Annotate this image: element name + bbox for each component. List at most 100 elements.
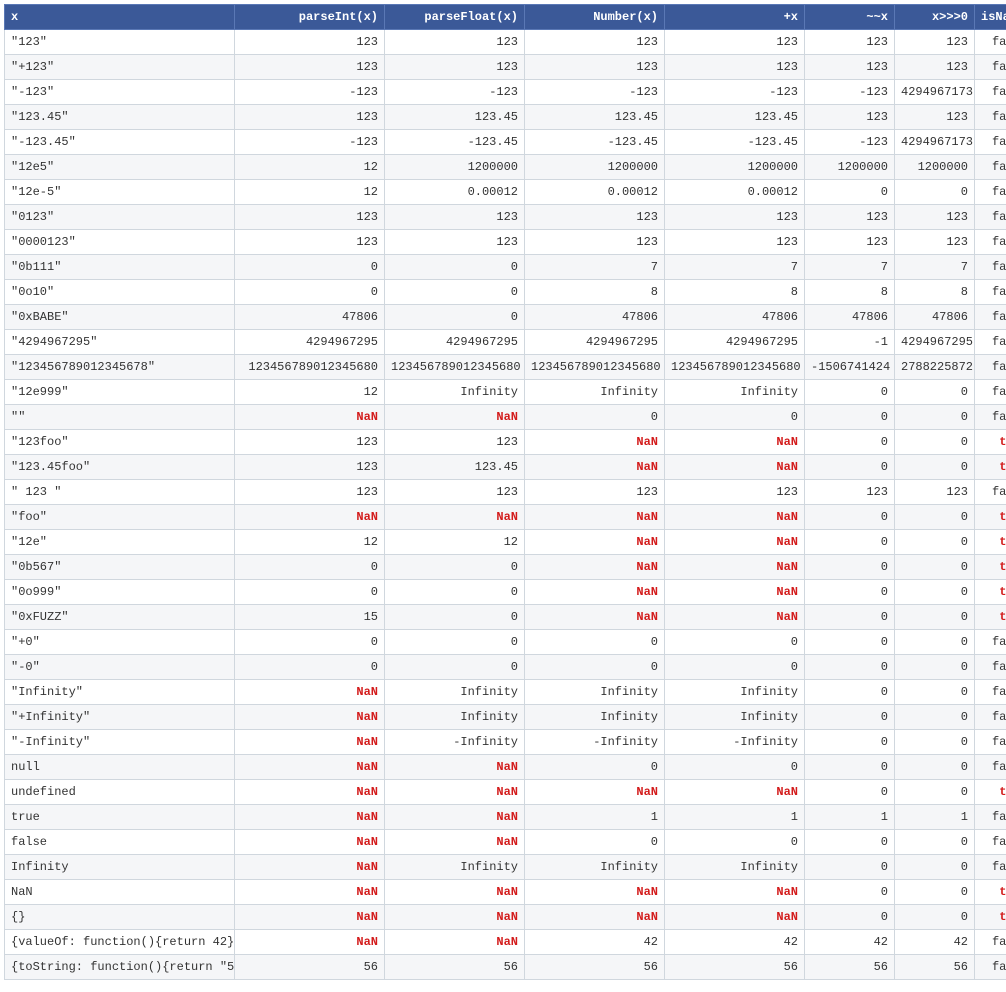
cell-value: 0 [805,680,895,705]
cell-value: NaN [665,580,805,605]
cell-x: Infinity [5,855,235,880]
cell-x: "123.45" [5,105,235,130]
cell-value: 123.45 [385,105,525,130]
cell-value: NaN [235,830,385,855]
cell-value: Infinity [525,855,665,880]
conversion-table: x parseInt(x) parseFloat(x) Number(x) +x… [4,4,1006,980]
cell-value: 2788225872 [895,355,975,380]
cell-value: 0.00012 [385,180,525,205]
cell-value: 0 [525,830,665,855]
cell-value: 0 [665,830,805,855]
cell-value: false [975,205,1006,230]
col-x: x [5,5,235,30]
cell-value: 123 [525,30,665,55]
cell-value: 0 [665,630,805,655]
cell-value: false [975,830,1006,855]
cell-value: 0 [525,630,665,655]
cell-value: false [975,230,1006,255]
cell-x: "foo" [5,505,235,530]
cell-x: {valueOf: function(){return 42}} [5,930,235,955]
cell-value: -1506741424 [805,355,895,380]
cell-x: "123456789012345678" [5,355,235,380]
cell-value: 123 [235,55,385,80]
cell-value: -123.45 [385,130,525,155]
cell-value: 0 [895,455,975,480]
cell-value: 0 [385,555,525,580]
table-row: "123"123123123123123123false [5,30,1006,55]
cell-value: 0 [895,830,975,855]
table-row: " 123 "123123123123123123false [5,480,1006,505]
cell-value: false [975,105,1006,130]
cell-value: 0 [805,780,895,805]
cell-value: NaN [385,755,525,780]
cell-x: "0000123" [5,230,235,255]
table-row: "0b111"007777false [5,255,1006,280]
cell-x: "+0" [5,630,235,655]
cell-value: 0 [385,580,525,605]
cell-value: 0 [235,555,385,580]
cell-value: 0 [805,730,895,755]
cell-value: 123456789012345680 [525,355,665,380]
cell-value: NaN [665,505,805,530]
cell-value: 1200000 [385,155,525,180]
cell-value: NaN [665,555,805,580]
cell-value: 0 [805,605,895,630]
cell-value: NaN [665,780,805,805]
cell-value: 0 [805,755,895,780]
table-row: "0xBABE"47806047806478064780647806false [5,305,1006,330]
cell-value: 0 [805,705,895,730]
cell-value: Infinity [385,705,525,730]
cell-value: 123 [895,55,975,80]
cell-value: 42 [525,930,665,955]
cell-value: NaN [235,505,385,530]
cell-value: false [975,330,1006,355]
cell-value: NaN [385,405,525,430]
cell-value: 0 [805,180,895,205]
cell-value: 0 [385,630,525,655]
table-row: "123456789012345678" 12345678901234568012… [5,355,1006,380]
col-isnan: isNaN(x) [975,5,1006,30]
cell-value: -123 [385,80,525,105]
cell-value: 7 [525,255,665,280]
table-row: "12e-5"120.000120.000120.0001200false [5,180,1006,205]
table-row: trueNaNNaN1111false [5,805,1006,830]
cell-value: false [975,55,1006,80]
cell-value: NaN [235,805,385,830]
cell-value: NaN [385,805,525,830]
table-row: "123foo"123123NaNNaN00true [5,430,1006,455]
col-number: Number(x) [525,5,665,30]
cell-value: 8 [665,280,805,305]
cell-value: 123 [805,230,895,255]
cell-value: 123 [385,480,525,505]
cell-value: 123 [385,230,525,255]
cell-value: 0 [895,655,975,680]
table-body: "123"123123123123123123false"+123"123123… [5,30,1006,980]
cell-value: 8 [805,280,895,305]
table-row: "0000123"123123123123123123false [5,230,1006,255]
cell-value: 4294967173 [895,130,975,155]
cell-value: 47806 [665,305,805,330]
cell-value: 56 [235,955,385,980]
cell-value: 123456789012345680 [665,355,805,380]
cell-x: "12e" [5,530,235,555]
cell-value: 123 [525,55,665,80]
cell-value: true [975,605,1006,630]
cell-value: true [975,905,1006,930]
cell-value: false [975,130,1006,155]
cell-value: 0 [235,630,385,655]
cell-value: 7 [665,255,805,280]
cell-value: 123 [385,55,525,80]
cell-value: NaN [385,780,525,805]
cell-x: "0123" [5,205,235,230]
cell-value: Infinity [385,380,525,405]
cell-value: true [975,780,1006,805]
table-row: "+123"123123123123123123false [5,55,1006,80]
cell-value: 1 [805,805,895,830]
cell-x: "-123.45" [5,130,235,155]
cell-value: -123 [665,80,805,105]
cell-value: 0 [895,530,975,555]
cell-value: false [975,280,1006,305]
cell-value: 4294967173 [895,80,975,105]
cell-x: {toString: function(){return "56"}} [5,955,235,980]
cell-value: 123 [385,205,525,230]
